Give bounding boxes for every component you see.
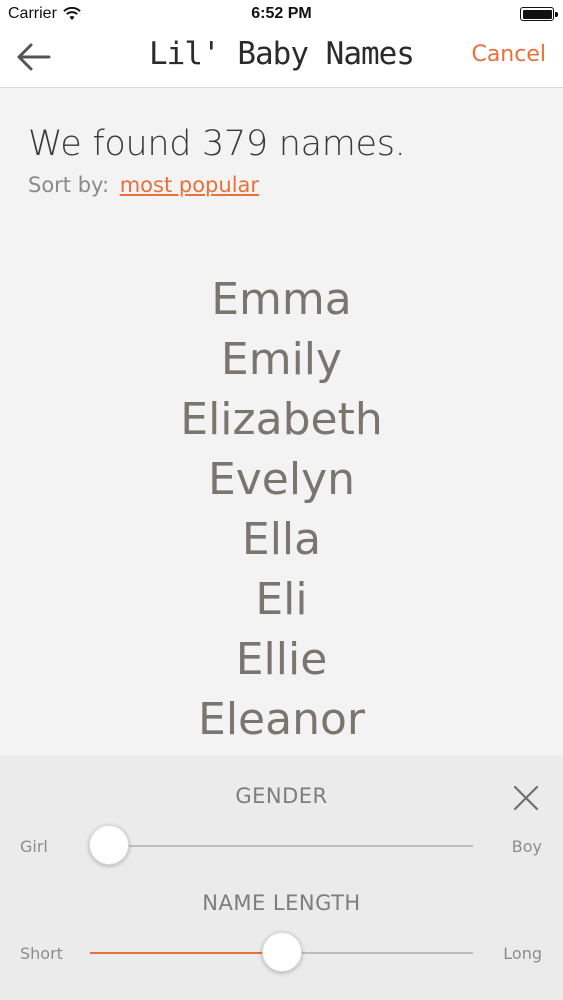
gender-filter-label: GENDER xyxy=(235,784,328,808)
name-list-item[interactable]: Eli xyxy=(0,570,563,630)
cancel-button[interactable]: Cancel xyxy=(471,42,546,67)
filter-panel: GENDER Girl Boy NAME LENGTH Short Long xyxy=(0,755,563,1000)
gender-slider-track[interactable] xyxy=(90,845,473,847)
name-length-slider-thumb[interactable] xyxy=(261,932,302,972)
close-filter-button[interactable] xyxy=(511,783,541,813)
gender-min-label: Girl xyxy=(20,837,48,856)
name-list: Emma Emily Elizabeth Evelyn Ella Eli Ellie Elea… xyxy=(0,270,563,750)
name-list-item[interactable]: Eleanor xyxy=(0,690,563,750)
name-list-item[interactable]: Emma xyxy=(0,270,563,330)
length-min-label: Short xyxy=(20,944,63,963)
name-length-slider-fill xyxy=(90,952,282,954)
sort-row: Sort by: most popular xyxy=(28,173,259,197)
close-icon xyxy=(513,785,539,811)
length-max-label: Long xyxy=(503,944,542,963)
name-list-item[interactable]: Ella xyxy=(0,510,563,570)
name-list-item[interactable]: Evelyn xyxy=(0,450,563,510)
sort-option-link[interactable]: most popular xyxy=(120,173,259,197)
gender-max-label: Boy xyxy=(511,837,542,856)
name-list-item[interactable]: Elizabeth xyxy=(0,390,563,450)
battery-icon xyxy=(520,7,558,21)
gender-slider-thumb[interactable] xyxy=(89,825,130,865)
name-length-filter-label: NAME LENGTH xyxy=(202,891,361,915)
status-bar: Carrier 6:52 PM xyxy=(0,0,563,28)
sort-label: Sort by: xyxy=(28,173,110,197)
clock: 6:52 PM xyxy=(251,5,312,22)
name-list-item[interactable]: Emily xyxy=(0,330,563,390)
results-summary: We found 379 names. xyxy=(28,124,406,164)
navigation-bar: Lil' Baby Names Cancel xyxy=(0,28,563,88)
name-list-item[interactable]: Ellie xyxy=(0,630,563,690)
